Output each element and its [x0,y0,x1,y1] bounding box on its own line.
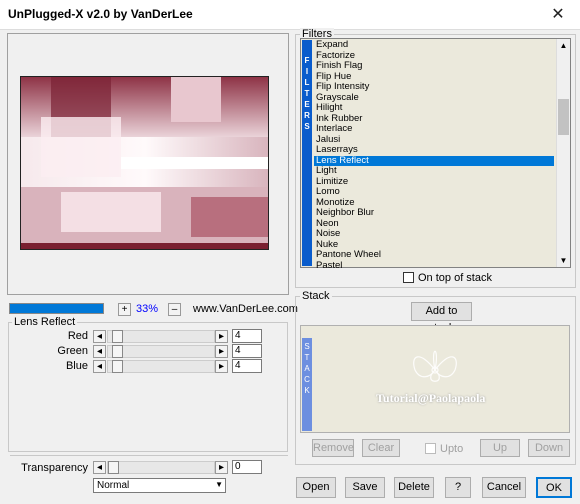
remove-button[interactable]: Remove [312,439,354,457]
green-slider-thumb[interactable] [112,345,123,358]
blue-value-input[interactable]: 4 [232,359,262,373]
upto-checkbox[interactable] [425,443,436,454]
scroll-down-icon[interactable]: ▼ [557,254,570,267]
blue-slider[interactable] [107,360,215,373]
zoom-level: 33% [136,303,159,315]
zoom-out-button[interactable]: – [168,303,181,316]
help-button[interactable]: ? [445,477,471,498]
strip-letter: E [304,100,310,109]
blue-dec-button[interactable]: ◂ [93,360,106,373]
chevron-down-icon: ▼ [215,480,223,489]
strip-letter: F [304,56,310,65]
website-link[interactable]: www.VanDerLee.com [193,303,298,315]
transparency-slider-thumb[interactable] [108,461,119,474]
strip-letter: S [304,122,310,131]
strip-letter: A [304,364,310,373]
filter-item[interactable]: Lomo [314,186,554,198]
param-label-green: Green [57,345,88,357]
blue-slider-thumb[interactable] [112,360,123,373]
title-bar: UnPlugged-X v2.0 by VanDerLee ✕ [0,0,580,30]
filter-item[interactable]: Interlace [314,123,554,135]
param-label-blue: Blue [65,360,88,372]
filter-item[interactable]: Grayscale [314,92,554,104]
strip-letter: K [304,386,310,395]
stack-label: Stack [300,290,332,302]
filter-item[interactable]: Pastel [314,260,554,272]
stack-strip: S T A C K [302,338,312,431]
preview-artwork [21,77,268,249]
up-button[interactable]: Up [480,439,520,457]
save-button[interactable]: Save [345,477,385,498]
filter-item[interactable]: Flip Intensity [314,81,554,93]
down-button[interactable]: Down [528,439,570,457]
strip-letter: T [304,353,310,362]
green-value-input[interactable]: 4 [232,344,262,358]
green-inc-button[interactable]: ▸ [215,345,228,358]
filter-item[interactable]: Expand [314,39,554,51]
filter-item[interactable]: Finish Flag [314,60,554,72]
close-icon[interactable]: ✕ [536,0,580,30]
blue-inc-button[interactable]: ▸ [215,360,228,373]
scroll-thumb[interactable] [558,99,569,135]
filter-item[interactable]: Noise [314,228,554,240]
strip-letter: C [304,375,310,384]
red-value-input[interactable]: 4 [232,329,262,343]
clear-button[interactable]: Clear [362,439,400,457]
red-inc-button[interactable]: ▸ [215,330,228,343]
upto-label: Upto [440,443,464,455]
filters-strip: F I L T E R S [302,40,312,266]
filter-item[interactable]: Light [314,165,554,177]
filter-item[interactable]: Limitize [314,176,554,188]
blend-mode-select[interactable]: Normal ▼ [93,478,226,493]
transparency-dec-button[interactable]: ◂ [93,461,106,474]
filter-item[interactable]: Laserrays [314,144,554,156]
filters-scrollbar[interactable]: ▲ ▼ [556,39,570,267]
filter-item[interactable]: Pantone Wheel [314,249,554,261]
progress-bar [9,303,104,314]
ok-button[interactable]: OK [536,477,572,498]
red-slider[interactable] [107,330,215,343]
filter-item[interactable]: Hilight [314,102,554,114]
param-label-red: Red [67,330,88,342]
divider [10,455,288,456]
window-title: UnPlugged-X v2.0 by VanDerLee [8,7,193,21]
add-to-stack-button[interactable]: Add to stack [411,302,472,334]
strip-letter: L [304,78,310,87]
watermark-text: Tutorial@Paolapaola [376,391,486,405]
flower-watermark-icon [413,350,457,382]
green-slider[interactable] [107,345,215,358]
on-top-label: On top of stack [418,272,492,284]
filter-items: Expand Factorize Finish Flag Flip Hue Flip I… [314,39,554,272]
lens-reflect-label: Lens Reflect [12,316,78,328]
green-dec-button[interactable]: ◂ [93,345,106,358]
delete-button[interactable]: Delete [394,477,434,498]
blend-mode-value: Normal [97,480,130,491]
open-button[interactable]: Open [296,477,336,498]
red-dec-button[interactable]: ◂ [93,330,106,343]
filter-item[interactable]: Neon [314,218,554,230]
transparency-slider[interactable] [107,461,215,474]
transparency-inc-button[interactable]: ▸ [215,461,228,474]
strip-letter: S [304,342,310,351]
scroll-up-icon[interactable]: ▲ [557,39,570,52]
strip-letter: T [304,89,310,98]
cancel-button[interactable]: Cancel [482,477,526,498]
red-slider-thumb[interactable] [112,330,123,343]
transparency-value-input[interactable]: 0 [232,460,262,474]
on-top-checkbox[interactable] [403,272,414,283]
strip-letter: R [304,111,310,120]
zoom-in-button[interactable]: + [118,303,131,316]
filter-item[interactable]: Lens Reflect [314,155,554,166]
preview-image[interactable] [20,76,269,250]
strip-letter: I [305,67,309,76]
filter-item[interactable]: Neighbor Blur [314,207,554,219]
transparency-label: Transparency [21,462,88,474]
